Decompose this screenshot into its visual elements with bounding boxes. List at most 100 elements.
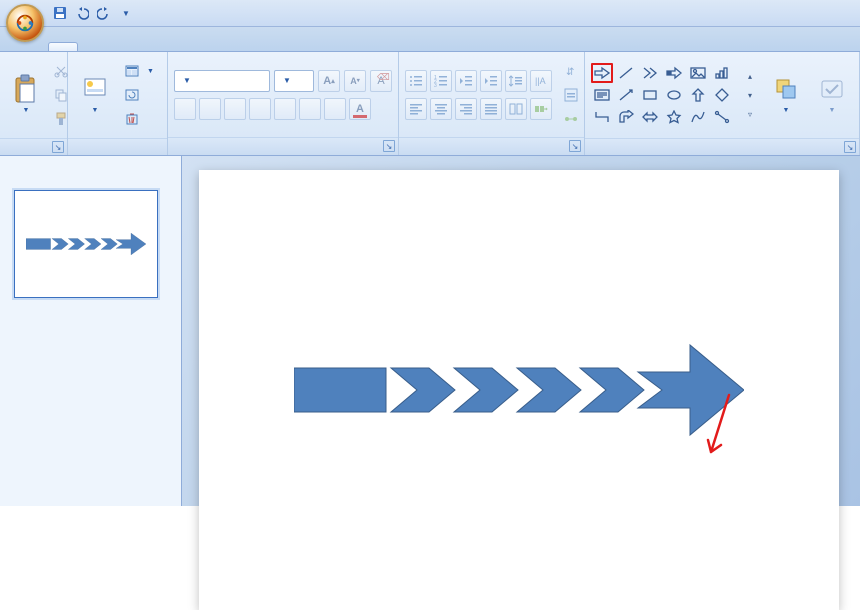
shape-right-arrow[interactable] <box>591 63 613 83</box>
thumbnail[interactable] <box>14 190 158 298</box>
group-label-paragraph: ↘ <box>399 137 584 155</box>
numbering-icon[interactable]: 123 <box>430 70 452 92</box>
title-bar: ▼ <box>0 0 860 27</box>
text-direction-vert-icon[interactable]: ⇵ <box>560 60 582 82</box>
group-slides: ▼ ▼ <box>68 52 168 155</box>
group-font: ▼ ▼ A▴ A▾ A⌫ A ↘ <box>168 52 399 155</box>
shape-chart[interactable] <box>711 63 733 83</box>
columns-icon[interactable] <box>505 98 527 120</box>
char-spacing-icon[interactable] <box>299 98 321 120</box>
align-text-icon[interactable] <box>560 84 582 106</box>
svg-text:⇵: ⇵ <box>566 67 574 78</box>
shape-rect[interactable] <box>639 85 661 105</box>
new-slide-button[interactable]: ▼ <box>74 56 116 134</box>
quick-styles-button[interactable]: ▼ <box>811 56 853 134</box>
strike-icon[interactable] <box>249 98 271 120</box>
save-icon[interactable] <box>52 5 68 21</box>
shape-line[interactable] <box>615 63 637 83</box>
gallery-up-icon[interactable]: ▴ <box>739 67 761 85</box>
group-drawing: ▴ ▾ ▿ ▼ ▼ ↘ <box>585 52 860 155</box>
font-color-icon[interactable]: A <box>349 98 371 120</box>
copy-icon[interactable] <box>50 84 72 106</box>
shape-bent-arrow[interactable] <box>615 107 637 127</box>
tab-view[interactable] <box>218 43 246 51</box>
reset-button[interactable] <box>120 84 159 106</box>
tab-insert[interactable] <box>78 43 106 51</box>
shape-picture[interactable] <box>687 63 709 83</box>
clear-format-icon[interactable]: A⌫ <box>370 70 392 92</box>
shape-elbow[interactable] <box>591 107 613 127</box>
font-family-combo[interactable]: ▼ <box>174 70 270 92</box>
bold-icon[interactable] <box>174 98 196 120</box>
shape-chevron[interactable] <box>639 63 661 83</box>
align-right-icon[interactable] <box>455 98 477 120</box>
ribbon: ▼ ↘ ▼ ▼ <box>0 52 860 156</box>
ribbon-tabs <box>0 27 860 52</box>
align-center-icon[interactable] <box>430 98 452 120</box>
slide-editor[interactable] <box>182 156 860 506</box>
italic-icon[interactable] <box>199 98 221 120</box>
drawing-launcher-icon[interactable]: ↘ <box>844 141 856 153</box>
arrange-button[interactable]: ▼ <box>765 56 807 134</box>
shape-line-arrow[interactable] <box>615 85 637 105</box>
gallery-down-icon[interactable]: ▾ <box>739 86 761 104</box>
thumbnail-slot[interactable] <box>0 182 181 306</box>
cut-icon[interactable] <box>50 60 72 82</box>
decrease-indent-icon[interactable] <box>455 70 477 92</box>
thumbnail-panel <box>0 156 182 506</box>
shape-textbox[interactable] <box>591 85 613 105</box>
shape-up-arrow[interactable] <box>687 85 709 105</box>
tab-design[interactable] <box>106 43 134 51</box>
increase-indent-icon[interactable] <box>480 70 502 92</box>
layout-button[interactable]: ▼ <box>120 60 159 82</box>
underline-icon[interactable] <box>224 98 246 120</box>
shape-diamond[interactable] <box>711 85 733 105</box>
group-paragraph: 123 ||A ⇵ ↘ <box>399 52 585 155</box>
qat-dropdown-icon[interactable]: ▼ <box>118 5 134 21</box>
undo-icon[interactable] <box>74 5 90 21</box>
quick-access-toolbar: ▼ <box>52 5 134 21</box>
shrink-font-icon[interactable]: A▾ <box>344 70 366 92</box>
tab-review[interactable] <box>190 43 218 51</box>
tab-home[interactable] <box>48 42 78 51</box>
group-label-slides <box>68 138 167 155</box>
slide-canvas[interactable] <box>199 170 839 610</box>
group-label-drawing: ↘ <box>585 138 859 155</box>
shape-striped-arrow[interactable] <box>663 63 685 83</box>
bullets-icon[interactable] <box>405 70 427 92</box>
delete-button[interactable] <box>120 108 159 130</box>
line-spacing-icon[interactable] <box>505 70 527 92</box>
annotation-arrow-icon <box>699 390 739 470</box>
svg-text:||A: ||A <box>535 76 546 86</box>
shapes-gallery[interactable] <box>591 63 733 127</box>
font-launcher-icon[interactable]: ↘ <box>383 140 395 152</box>
gallery-more-icon[interactable]: ▿ <box>739 105 761 123</box>
align-left-icon[interactable] <box>405 98 427 120</box>
shape-oval[interactable] <box>663 85 685 105</box>
shadow-icon[interactable] <box>274 98 296 120</box>
font-size-combo[interactable]: ▼ <box>274 70 314 92</box>
tab-animations[interactable] <box>134 43 162 51</box>
arrow-graphic[interactable] <box>294 340 744 440</box>
group-clipboard: ▼ ↘ <box>0 52 68 155</box>
para-launcher-icon[interactable]: ↘ <box>569 140 581 152</box>
redo-icon[interactable] <box>96 5 112 21</box>
shape-connector[interactable] <box>711 107 733 127</box>
svg-text:3: 3 <box>434 83 437 87</box>
grow-font-icon[interactable]: A▴ <box>318 70 340 92</box>
group-label-font: ↘ <box>168 137 398 155</box>
shape-curve[interactable] <box>687 107 709 127</box>
paste-button[interactable]: ▼ <box>6 56 46 134</box>
shape-star[interactable] <box>663 107 685 127</box>
shape-lr-arrow[interactable] <box>639 107 661 127</box>
tab-slideshow[interactable] <box>162 43 190 51</box>
justify-icon[interactable] <box>480 98 502 120</box>
convert-smartart-icon[interactable] <box>530 98 552 120</box>
change-case-icon[interactable] <box>324 98 346 120</box>
clipboard-launcher-icon[interactable]: ↘ <box>52 141 64 153</box>
group-label-clipboard: ↘ <box>0 138 67 155</box>
format-painter-icon[interactable] <box>50 108 72 130</box>
text-direction-icon[interactable]: ||A <box>530 70 552 92</box>
office-button[interactable] <box>6 4 44 42</box>
smartart-icon[interactable] <box>560 108 582 130</box>
